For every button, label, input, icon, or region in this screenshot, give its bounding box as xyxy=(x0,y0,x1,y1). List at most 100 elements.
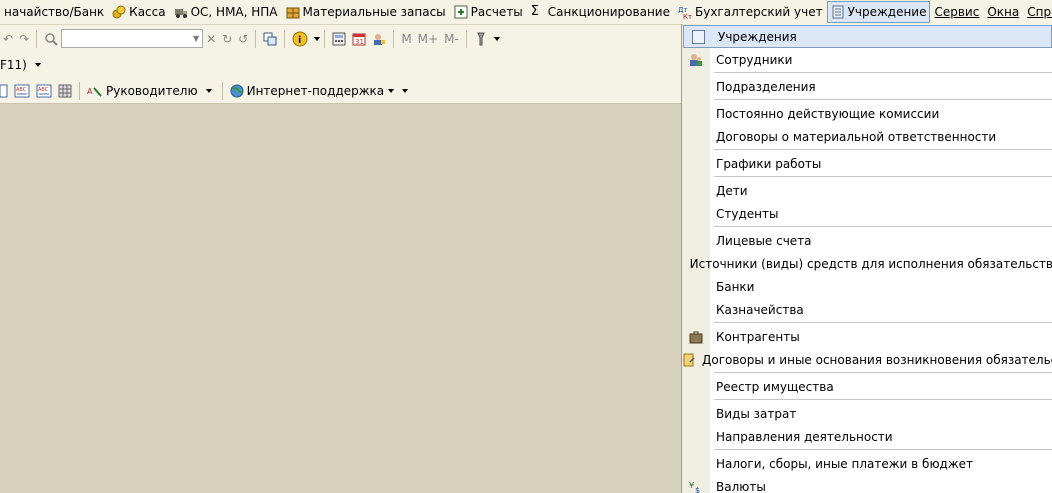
manager-dropdown-icon[interactable] xyxy=(205,88,212,93)
sigma-icon: Σ xyxy=(530,4,539,19)
manager-icon[interactable]: A xyxy=(87,81,103,101)
calendar-icon[interactable]: 31 xyxy=(352,29,366,49)
menu-sanction[interactable]: Σ Санкционирование xyxy=(527,1,674,23)
calculator-icon[interactable] xyxy=(332,29,346,49)
menu-item-divisions[interactable]: Подразделения xyxy=(682,75,1052,98)
menu-item-liability-contracts[interactable]: Договоры о материальной ответственности xyxy=(682,125,1052,148)
menu-item-personal-accounts[interactable]: Лицевые счета xyxy=(682,229,1052,252)
menu-item-label: Договоры и иные основания возникновения … xyxy=(702,352,1052,367)
menu-item-employees[interactable]: Сотрудники xyxy=(682,48,1052,71)
support-dropdown-icon[interactable] xyxy=(388,88,395,93)
menu-bank-label: начайство/Банк xyxy=(4,5,105,19)
svg-text:$: $ xyxy=(695,486,700,493)
standard-toolbar: ↶ ↷ ▼ ✕ ↻ ↺ i 31 M M+ M- xyxy=(0,25,682,52)
menu-item-currencies[interactable]: ¥ $ Валюты xyxy=(682,475,1052,493)
menu-item-schedules[interactable]: Графики работы xyxy=(682,152,1052,175)
menu-assets-label: ОС, НМА, НПА xyxy=(190,5,278,19)
clear-icon[interactable]: ✕ xyxy=(206,29,216,49)
toolbar-separator xyxy=(324,29,326,48)
menu-settlements[interactable]: Расчеты xyxy=(450,1,527,23)
menu-item-label: Лицевые счета xyxy=(716,233,812,248)
menu-accounting-label: Бухгалтерский учет xyxy=(694,5,823,19)
undo-icon[interactable]: ↶ xyxy=(3,29,13,49)
report-abc-icon[interactable]: ABC xyxy=(14,81,30,101)
menu-service[interactable]: Сервис xyxy=(930,1,983,23)
menu-item-activity-directions[interactable]: Направления деятельности xyxy=(682,425,1052,448)
menu-item-commissions[interactable]: Постоянно действующие комиссии xyxy=(682,102,1052,125)
menu-materials[interactable]: Материальные запасы xyxy=(282,1,450,23)
menu-item-obligation-contracts[interactable]: Договоры и иные основания возникновения … xyxy=(682,348,1052,371)
report-icon[interactable] xyxy=(0,81,8,101)
ledger-icon: Дт Кт xyxy=(678,5,692,21)
menu-item-cost-types[interactable]: Виды затрат xyxy=(682,402,1052,425)
search-combo[interactable]: ▼ xyxy=(61,29,204,48)
manager-button[interactable]: Руководителю xyxy=(106,84,198,98)
menu-help[interactable]: Справка xyxy=(1023,1,1052,23)
menu-item-label: Казначейства xyxy=(716,302,804,317)
menu-item-label: Дети xyxy=(716,183,748,198)
main-menubar: начайство/Банк Касса ОС, НМА, НПА Матери… xyxy=(0,0,1052,25)
report-abc-list-icon[interactable]: ABC xyxy=(36,81,52,101)
search-next-icon[interactable]: ↻ xyxy=(222,29,232,49)
support-more-icon[interactable] xyxy=(402,88,409,93)
svg-text:ABC: ABC xyxy=(16,87,27,93)
calc-icon xyxy=(454,5,468,19)
tools-icon[interactable] xyxy=(474,29,488,49)
menu-item-label: Реестр имущества xyxy=(716,379,834,394)
menu-item-children[interactable]: Дети xyxy=(682,179,1052,202)
institution-dropdown-menu: Учреждения Сотрудники Подразделения Пост… xyxy=(681,24,1052,493)
menu-item-treasuries[interactable]: Казначейства xyxy=(682,298,1052,321)
currency-icon: ¥ $ xyxy=(682,475,710,493)
menu-item-taxes[interactable]: Налоги, сборы, иные платежи в бюджет xyxy=(682,452,1052,475)
menu-item-label: Источники (виды) средств для исполнения … xyxy=(689,256,1052,271)
svg-text:31: 31 xyxy=(355,38,364,46)
search-prev-icon[interactable]: ↺ xyxy=(238,29,248,49)
find-icon[interactable] xyxy=(44,29,58,49)
menu-item-funding-sources[interactable]: Источники (виды) средств для исполнения … xyxy=(682,252,1052,275)
toolbar-separator xyxy=(221,81,223,100)
toolbar-separator xyxy=(465,29,467,48)
menu-institution[interactable]: Учреждение xyxy=(826,1,931,23)
menu-item-label: Контрагенты xyxy=(716,329,800,344)
windows-icon[interactable] xyxy=(263,29,277,49)
report-grid-icon[interactable] xyxy=(58,81,72,101)
svg-text:Кт: Кт xyxy=(683,13,692,19)
internet-support-button[interactable]: Интернет-поддержка xyxy=(247,84,385,98)
menu-cash[interactable]: Касса xyxy=(108,1,169,23)
menu-item-label: Графики работы xyxy=(716,156,822,171)
menu-item-students[interactable]: Студенты xyxy=(682,202,1052,225)
redo-icon[interactable]: ↷ xyxy=(19,29,29,49)
menu-accounting[interactable]: Дт Кт Бухгалтерский учет xyxy=(674,1,827,23)
menu-item-label: Учреждения xyxy=(718,29,797,44)
toolbar-separator xyxy=(36,29,38,48)
truck-icon xyxy=(174,5,188,19)
menu-windows[interactable]: Окна xyxy=(983,1,1023,23)
menu-materials-label: Материальные запасы xyxy=(302,5,446,19)
svg-text:A: A xyxy=(87,87,93,96)
info-dropdown-icon[interactable] xyxy=(314,36,321,41)
memory-button[interactable]: M xyxy=(401,29,411,49)
tools-dropdown-icon[interactable] xyxy=(493,36,500,41)
menu-assets[interactable]: ОС, НМА, НПА xyxy=(170,1,282,23)
menu-item-label: Постоянно действующие комиссии xyxy=(716,106,940,121)
toolbar-separator xyxy=(255,29,257,48)
combo-dropdown-icon[interactable]: ▼ xyxy=(193,34,199,43)
menu-item-label: Виды затрат xyxy=(716,406,797,421)
globe-icon[interactable] xyxy=(230,81,244,101)
boxes-icon xyxy=(286,5,300,19)
panel-toolbar-label[interactable]: F11) xyxy=(0,58,27,72)
memory-minus-button[interactable]: M- xyxy=(444,29,459,49)
memory-plus-button[interactable]: M+ xyxy=(418,29,438,49)
info-icon[interactable]: i xyxy=(292,29,308,49)
menu-item-label: Валюты xyxy=(716,479,766,493)
menu-item-label: Подразделения xyxy=(716,79,816,94)
menu-bank[interactable]: начайство/Банк xyxy=(0,1,108,23)
menu-item-banks[interactable]: Банки xyxy=(682,275,1052,298)
menu-item-property-register[interactable]: Реестр имущества xyxy=(682,375,1052,398)
user-icon[interactable] xyxy=(372,29,386,49)
menu-item-institutions[interactable]: Учреждения xyxy=(683,25,1052,48)
coins-icon xyxy=(112,5,126,19)
panel-dropdown-icon[interactable] xyxy=(34,63,41,67)
menu-item-counterparties[interactable]: Контрагенты xyxy=(682,325,1052,348)
menu-item-label: Банки xyxy=(716,279,755,294)
